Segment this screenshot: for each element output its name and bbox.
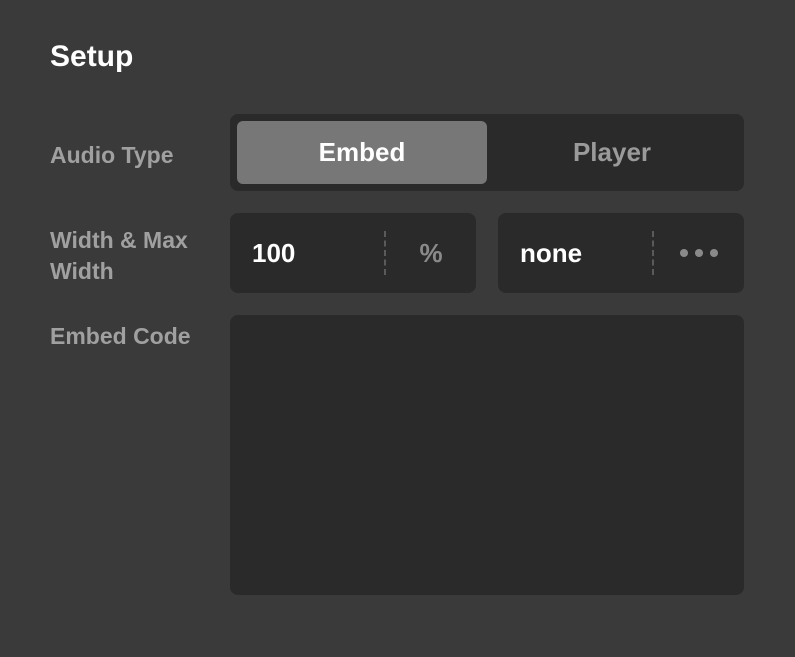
audio-type-player-button[interactable]: Player xyxy=(487,121,737,184)
width-row: Width & Max Width % xyxy=(50,213,745,293)
width-unit-button[interactable]: % xyxy=(386,238,476,269)
embed-code-textarea[interactable] xyxy=(230,315,744,595)
width-input[interactable] xyxy=(230,238,384,269)
embed-code-row: Embed Code xyxy=(50,315,745,595)
audio-type-embed-button[interactable]: Embed xyxy=(237,121,487,184)
page-title: Setup xyxy=(50,40,745,74)
more-icon[interactable] xyxy=(654,249,744,257)
width-input-group: % xyxy=(230,213,476,293)
audio-type-segmented: Embed Player xyxy=(230,114,744,191)
audio-type-label: Audio Type xyxy=(50,134,230,171)
audio-type-row: Audio Type Embed Player xyxy=(50,114,745,191)
max-width-input[interactable] xyxy=(498,238,652,269)
embed-code-label: Embed Code xyxy=(50,315,230,352)
width-label: Width & Max Width xyxy=(50,219,230,287)
setup-panel: Setup Audio Type Embed Player Width & Ma… xyxy=(0,0,795,657)
max-width-input-group xyxy=(498,213,744,293)
